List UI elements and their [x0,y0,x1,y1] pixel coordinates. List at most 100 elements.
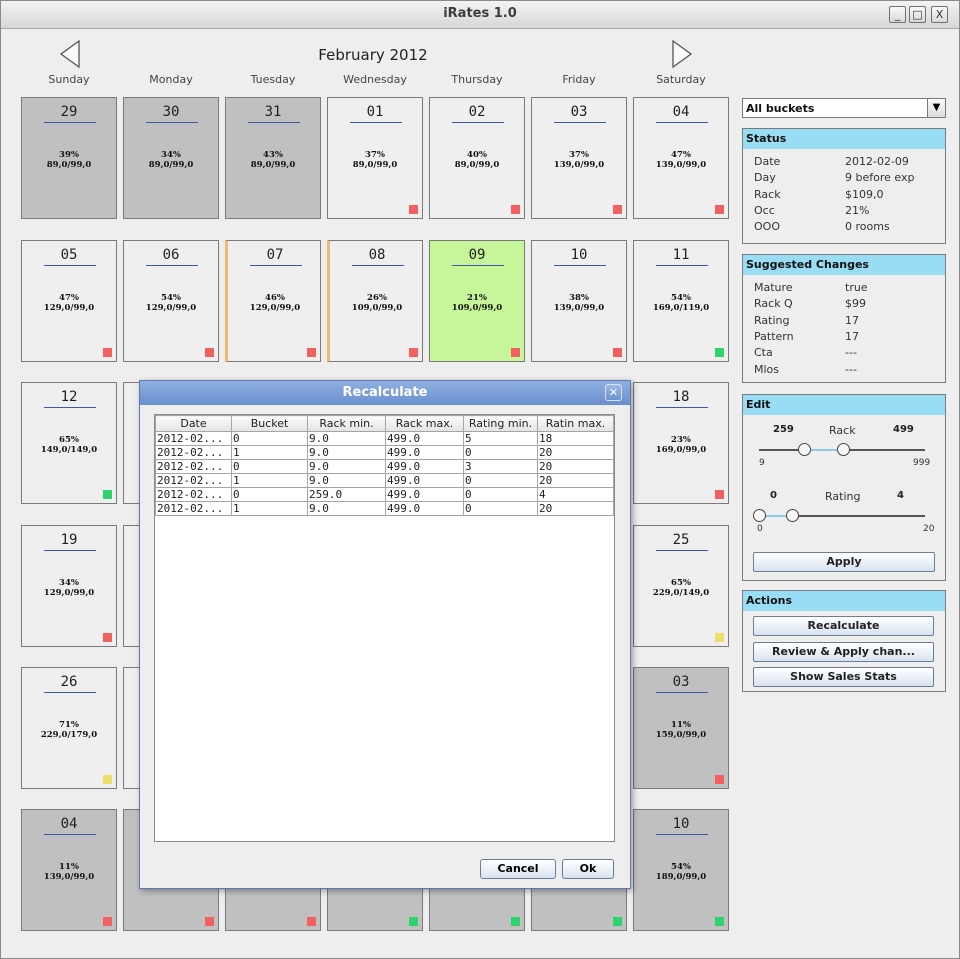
next-month-icon[interactable] [669,39,695,69]
table-cell[interactable]: 499.0 [385,445,464,460]
day-cell[interactable]: 01 37% 89,0/99,0 [327,97,423,219]
chevron-down-icon[interactable]: ▼ [927,99,945,117]
table-row[interactable]: 2012-02... 1 9.0 499.0 0 20 [155,501,614,516]
table-cell[interactable]: 9.0 [307,473,386,488]
table-cell[interactable]: 0 [463,501,538,516]
day-cell[interactable]: 31 43% 89,0/99,0 [225,97,321,219]
day-cell[interactable]: 12 65% 149,0/149,0 [21,382,117,504]
table-row[interactable]: 2012-02... 0 259.0 499.0 0 4 [155,487,614,502]
day-cell[interactable]: 10 54% 189,0/99,0 [633,809,729,931]
recalculate-button[interactable]: Recalculate [753,616,934,636]
table-cell[interactable]: 2012-02... [155,501,232,516]
day-cell[interactable]: 30 34% 89,0/99,0 [123,97,219,219]
table-cell[interactable]: 0 [231,459,308,474]
table-cell[interactable]: 2012-02... [155,473,232,488]
day-cell[interactable]: 04 11% 139,0/99,0 [21,809,117,931]
table-cell[interactable]: 2012-02... [155,431,232,446]
table-cell[interactable]: 20 [537,473,614,488]
show-sales-stats-button[interactable]: Show Sales Stats [753,667,934,687]
dialog-title[interactable]: Recalculate [140,381,630,405]
table-cell[interactable]: 1 [231,445,308,460]
column-header[interactable]: Bucket [231,415,308,432]
table-cell[interactable]: 2012-02... [155,445,232,460]
ok-button[interactable]: Ok [562,859,614,879]
table-cell[interactable]: 9.0 [307,445,386,460]
rating-high-knob[interactable] [786,509,799,522]
table-cell[interactable]: 499.0 [385,501,464,516]
day-cell[interactable]: 09 21% 109,0/99,0 [429,240,525,362]
close-button[interactable]: X [931,6,948,23]
table-row[interactable]: 2012-02... 0 9.0 499.0 3 20 [155,459,614,474]
apply-button[interactable]: Apply [753,552,935,572]
table-cell[interactable]: 20 [537,445,614,460]
day-cell[interactable]: 18 23% 169,0/99,0 [633,382,729,504]
table-cell[interactable]: 20 [537,459,614,474]
table-cell[interactable]: 259.0 [307,487,386,502]
table-cell[interactable]: 1 [231,501,308,516]
table-cell[interactable]: 4 [537,487,614,502]
previous-month-icon[interactable] [57,39,83,69]
table-cell[interactable]: 2012-02... [155,459,232,474]
rating-low-knob[interactable] [753,509,766,522]
month-title: February 2012 [318,46,428,64]
table-cell[interactable]: 5 [463,431,538,446]
column-header[interactable]: Ratin max. [537,415,614,432]
day-cell[interactable]: 03 11% 159,0/99,0 [633,667,729,789]
day-cell[interactable]: 19 34% 129,0/99,0 [21,525,117,647]
table-row[interactable]: 2012-02... 1 9.0 499.0 0 20 [155,473,614,488]
day-cell[interactable]: 05 47% 129,0/99,0 [21,240,117,362]
table-cell[interactable]: 499.0 [385,459,464,474]
day-number: 08 [368,247,386,263]
occupancy-percent: 34% [161,150,181,160]
table-row[interactable]: 2012-02... 1 9.0 499.0 0 20 [155,445,614,460]
maximize-button[interactable]: □ [909,6,926,23]
table-cell[interactable]: 0 [231,431,308,446]
recalculate-table-container[interactable]: Date Bucket Rack min. Rack max. Rating min. R… [154,414,615,842]
day-cell[interactable]: 02 40% 89,0/99,0 [429,97,525,219]
day-cell[interactable]: 06 54% 129,0/99,0 [123,240,219,362]
review-apply-button[interactable]: Review & Apply chan... [753,642,934,662]
day-cell[interactable]: 29 39% 89,0/99,0 [21,97,117,219]
rack-high-knob[interactable] [837,443,850,456]
table-cell[interactable]: 9.0 [307,459,386,474]
table-cell[interactable]: 18 [537,431,614,446]
table-cell[interactable]: 3 [463,459,538,474]
table-cell[interactable]: 1 [231,473,308,488]
rate-values: 149,0/149,0 [40,445,98,455]
table-row[interactable]: 2012-02... 0 9.0 499.0 5 18 [155,431,614,446]
day-cell[interactable]: 11 54% 169,0/119,0 [633,240,729,362]
table-cell[interactable]: 499.0 [385,431,464,446]
table-cell[interactable]: 9.0 [307,431,386,446]
column-header[interactable]: Rack min. [307,415,386,432]
minimize-button[interactable]: _ [889,6,906,23]
cancel-button[interactable]: Cancel [480,859,556,879]
day-cell[interactable]: 08 26% 109,0/99,0 [327,240,423,362]
table-cell[interactable]: 499.0 [385,473,464,488]
table-cell[interactable]: 499.0 [385,487,464,502]
close-icon[interactable]: ✕ [605,384,622,401]
table-cell[interactable]: 0 [463,445,538,460]
table-cell[interactable]: 0 [231,487,308,502]
day-cell[interactable]: 25 65% 229,0/149,0 [633,525,729,647]
title-bar[interactable]: iRates 1.0 _ □ X [1,1,959,29]
day-cell[interactable]: 26 71% 229,0/179,0 [21,667,117,789]
table-cell[interactable]: 0 [463,487,538,502]
table-cell[interactable]: 20 [537,501,614,516]
table-cell[interactable]: 0 [463,473,538,488]
day-cell[interactable]: 03 37% 139,0/99,0 [531,97,627,219]
day-cell[interactable]: 07 46% 129,0/99,0 [225,240,321,362]
occupancy-percent: 23% [671,435,691,445]
column-header[interactable]: Date [155,415,232,432]
rack-low-value: 259 [773,424,794,435]
day-cell[interactable]: 10 38% 139,0/99,0 [531,240,627,362]
bucket-select[interactable]: All buckets ▼ [742,98,946,118]
table-cell[interactable]: 9.0 [307,501,386,516]
table-cell[interactable]: 2012-02... [155,487,232,502]
column-header[interactable]: Rating min. [463,415,538,432]
day-cell[interactable]: 04 47% 139,0/99,0 [633,97,729,219]
day-number: 07 [266,247,284,263]
column-header[interactable]: Rack max. [385,415,464,432]
suggested-key: Mature [754,281,793,294]
rack-low-knob[interactable] [798,443,811,456]
status-flag-icon [715,205,724,214]
